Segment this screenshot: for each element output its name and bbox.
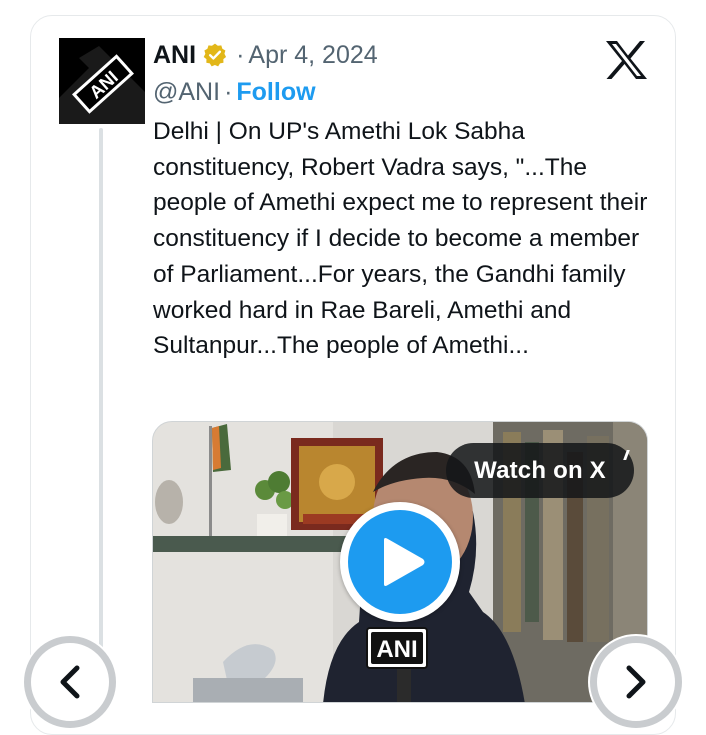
handle-line: @ANI · Follow bbox=[153, 76, 316, 108]
ani-mic-logo: ANI bbox=[366, 627, 428, 669]
meta-separator: · bbox=[236, 40, 245, 69]
handle-separator: · bbox=[224, 77, 233, 106]
author-name[interactable]: ANI bbox=[153, 41, 196, 70]
x-logo-icon[interactable] bbox=[604, 40, 648, 80]
play-icon bbox=[384, 538, 425, 586]
thread-line bbox=[99, 128, 103, 688]
tweet-text: Delhi | On UP's Amethi Lok Sabha constit… bbox=[153, 118, 648, 360]
chevron-right-icon bbox=[626, 665, 646, 699]
carousel-prev-button[interactable] bbox=[24, 636, 116, 728]
play-button-inner bbox=[348, 510, 452, 614]
tweet-header: ANI · Apr 4, 2024 bbox=[153, 38, 378, 72]
play-button[interactable] bbox=[340, 502, 460, 622]
verified-badge-icon bbox=[202, 42, 228, 68]
chevron-left-icon bbox=[60, 665, 80, 699]
author-handle[interactable]: @ANI bbox=[153, 78, 220, 107]
carousel-next-button[interactable] bbox=[590, 636, 682, 728]
follow-button[interactable]: Follow bbox=[236, 78, 315, 107]
post-date[interactable]: Apr 4, 2024 bbox=[248, 41, 377, 70]
mic-logo-text: ANI bbox=[376, 636, 417, 663]
avatar[interactable]: ANI bbox=[59, 38, 145, 124]
watch-on-x-button[interactable]: Watch on X bbox=[446, 443, 634, 498]
